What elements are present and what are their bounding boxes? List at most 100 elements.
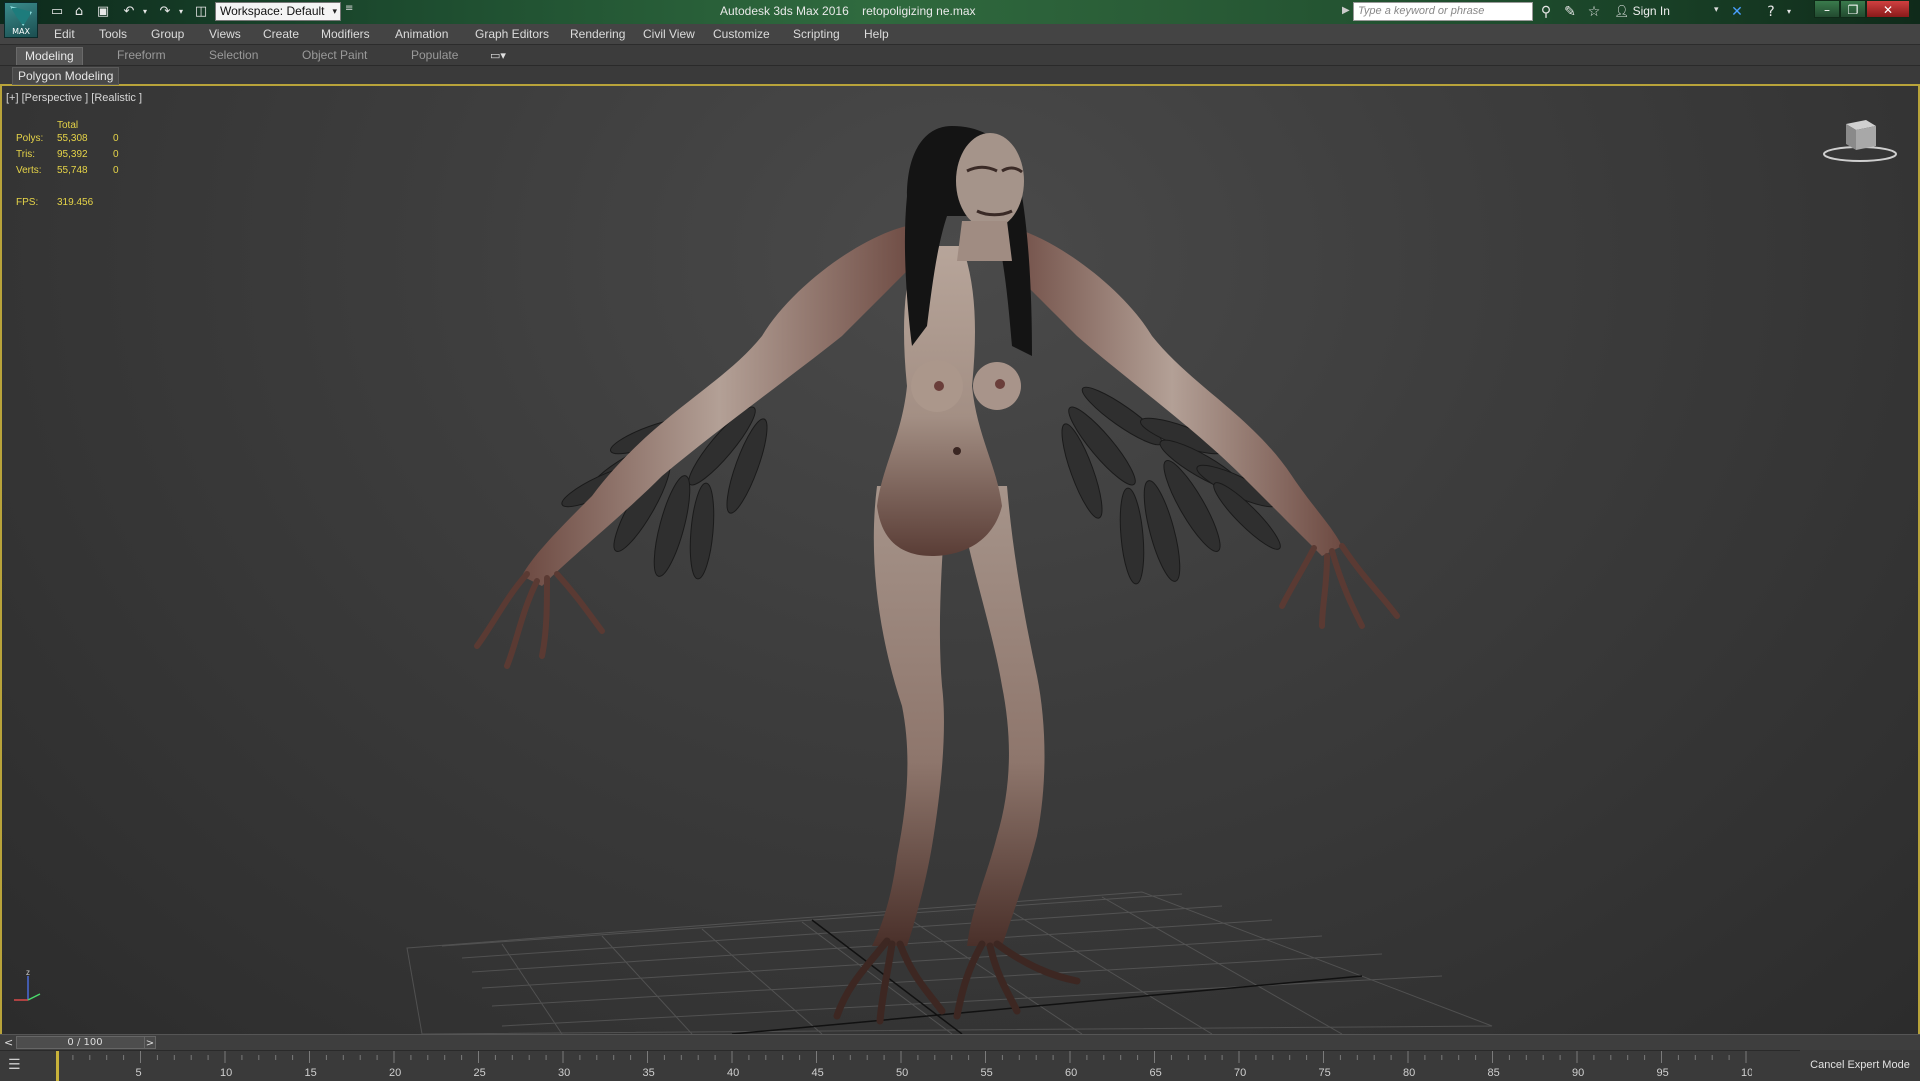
app-menu-button[interactable]: MAX: [4, 2, 38, 38]
ribbon-options-icon[interactable]: ▭▾: [490, 49, 506, 62]
subscription-icon[interactable]: ✎: [1561, 3, 1579, 21]
stats-label: Polys:: [16, 133, 44, 144]
sign-in-label: Sign In: [1632, 4, 1670, 18]
frame-ruler[interactable]: 5 10 15 20 25 30 35 40 45 50 55 60 65 70 75 80 85 90 95 100: [56, 1051, 1752, 1081]
file-name: retopoligizing ne.max: [862, 4, 976, 18]
track-bar-menu-icon[interactable]: ☰: [8, 1057, 30, 1075]
new-file-icon[interactable]: ▭: [48, 3, 66, 21]
fps-value: 319.456: [57, 197, 94, 208]
current-frame-marker: [56, 1051, 59, 1081]
quick-access-menu-icon[interactable]: ≡: [345, 3, 353, 14]
tab-modeling[interactable]: Modeling: [16, 47, 83, 65]
ruler-tick-label: 50: [896, 1067, 908, 1079]
user-icon: 👤︎: [1614, 4, 1630, 18]
minimize-button[interactable]: –: [1814, 0, 1840, 18]
fps-label: FPS:: [16, 197, 39, 208]
menu-rendering[interactable]: Rendering: [570, 27, 625, 41]
menu-modifiers[interactable]: Modifiers: [321, 27, 370, 41]
ribbon-tabs: Modeling Freeform Selection Object Paint…: [0, 45, 1920, 66]
exchange-apps-icon[interactable]: ✕: [1728, 3, 1746, 21]
tab-object-paint[interactable]: Object Paint: [294, 47, 375, 64]
time-slider-thumb[interactable]: 0 / 100: [16, 1036, 154, 1049]
menu-scripting[interactable]: Scripting: [793, 27, 840, 41]
menu-help[interactable]: Help: [864, 27, 889, 41]
cancel-expert-mode-button[interactable]: Cancel Expert Mode: [1800, 1050, 1920, 1080]
workspace-label: Workspace: Default: [220, 4, 325, 18]
menu-edit[interactable]: Edit: [54, 27, 75, 41]
menu-graph-editors[interactable]: Graph Editors: [475, 27, 549, 41]
time-slider[interactable]: < 0 / 100 >: [0, 1034, 1920, 1050]
ruler-tick-label: 95: [1657, 1067, 1669, 1079]
favorites-star-icon[interactable]: ☆: [1585, 3, 1603, 21]
menu-civil-view[interactable]: Civil View: [643, 27, 695, 41]
workspace-dropdown[interactable]: Workspace: Default ▾: [215, 2, 341, 21]
ruler-tick-label: 60: [1065, 1067, 1077, 1079]
stats-total: 55,308: [57, 133, 88, 144]
chevron-down-icon[interactable]: ▾: [1714, 5, 1719, 15]
help-dropdown-icon[interactable]: ▾: [1780, 3, 1798, 21]
binoculars-icon[interactable]: ⚲: [1537, 3, 1555, 21]
undo-dropdown-icon[interactable]: ▾: [136, 3, 154, 21]
viewcube-icon[interactable]: [1820, 116, 1900, 166]
stats-label: Verts:: [16, 165, 42, 176]
perspective-viewport[interactable]: [+] [Perspective ] [Realistic ] Total Po…: [0, 86, 1920, 1034]
close-button[interactable]: ✕: [1866, 0, 1910, 18]
stats-total: 95,392: [57, 149, 88, 160]
tab-selection[interactable]: Selection: [201, 47, 266, 64]
stats-selected: 0: [113, 165, 119, 176]
previous-frame-icon[interactable]: <: [4, 1036, 13, 1049]
ruler-tick-label: 30: [558, 1067, 570, 1079]
help-icon[interactable]: ?: [1762, 3, 1780, 21]
ribbon-panel: Polygon Modeling: [0, 66, 1920, 86]
stats-selected: 0: [113, 133, 119, 144]
redo-dropdown-icon[interactable]: ▾: [172, 3, 190, 21]
sign-in-button[interactable]: 👤︎ Sign In: [1614, 4, 1670, 18]
stats-label: Tris:: [16, 149, 36, 160]
stats-total: 55,748: [57, 165, 88, 176]
open-file-icon[interactable]: ⌂: [70, 3, 88, 21]
maximize-button[interactable]: ❐: [1840, 0, 1866, 18]
next-frame-icon[interactable]: >: [144, 1036, 156, 1049]
viewport-label[interactable]: [+] [Perspective ] [Realistic ]: [6, 92, 142, 104]
axis-z-label: z: [26, 968, 30, 977]
window-title: Autodesk 3ds Max 2016 retopoligizing ne.…: [720, 4, 976, 18]
axis-tripod-icon: z: [14, 968, 41, 1001]
menu-create[interactable]: Create: [263, 27, 299, 41]
ruler-tick-label: 40: [727, 1067, 739, 1079]
3dsmax-logo-icon: [10, 6, 32, 26]
ruler-tick-label: 25: [474, 1067, 486, 1079]
ruler-tick-label: 15: [305, 1067, 317, 1079]
menu-views[interactable]: Views: [209, 27, 241, 41]
menu-tools[interactable]: Tools: [99, 27, 127, 41]
tab-populate[interactable]: Populate: [403, 47, 466, 64]
tab-freeform[interactable]: Freeform: [109, 47, 174, 64]
menu-animation[interactable]: Animation: [395, 27, 448, 41]
menu-bar: Edit Tools Group Views Create Modifiers Animat…: [0, 24, 1920, 45]
ruler-tick-label: 90: [1572, 1067, 1584, 1079]
stats-row-fps: FPS: 319.456: [16, 197, 156, 210]
ruler-tick-label: 75: [1319, 1067, 1331, 1079]
ruler-tick-label: 35: [643, 1067, 655, 1079]
ruler-tick-label: 100: [1741, 1067, 1752, 1079]
stats-row-polys: Polys: 55,308 0: [16, 133, 156, 146]
stats-row-verts: Verts: 55,748 0: [16, 165, 156, 178]
save-file-icon[interactable]: ▣: [94, 3, 112, 21]
search-collapse-icon[interactable]: ▶: [1342, 5, 1350, 16]
stats-row-tris: Tris: 95,392 0: [16, 149, 156, 162]
project-folder-icon[interactable]: ◫: [192, 3, 210, 21]
search-input[interactable]: Type a keyword or phrase: [1353, 2, 1533, 21]
title-bar: ▭ ⌂ ▣ ↶ ▾ ↷ ▾ ◫ Workspace: Default ▾ ≡ A…: [0, 0, 1920, 24]
ruler-tick-label: 85: [1488, 1067, 1500, 1079]
ruler-tick-label: 10: [220, 1067, 232, 1079]
menu-group[interactable]: Group: [151, 27, 184, 41]
track-bar[interactable]: ☰ 5 10 15 20 25 30 35 40 45 50 55 60 65 70 75 80 85 90 95 1…: [0, 1050, 1920, 1081]
ruler-tick-label: 5: [136, 1067, 142, 1079]
ruler-tick-label: 70: [1234, 1067, 1246, 1079]
ruler-tick-label: 80: [1403, 1067, 1415, 1079]
menu-customize[interactable]: Customize: [713, 27, 770, 41]
app-title: Autodesk 3ds Max 2016: [720, 4, 849, 18]
stats-selected: 0: [113, 149, 119, 160]
polygon-modeling-panel-button[interactable]: Polygon Modeling: [12, 67, 120, 85]
chevron-down-icon: ▾: [332, 6, 337, 16]
home-grid: [406, 891, 1493, 1034]
